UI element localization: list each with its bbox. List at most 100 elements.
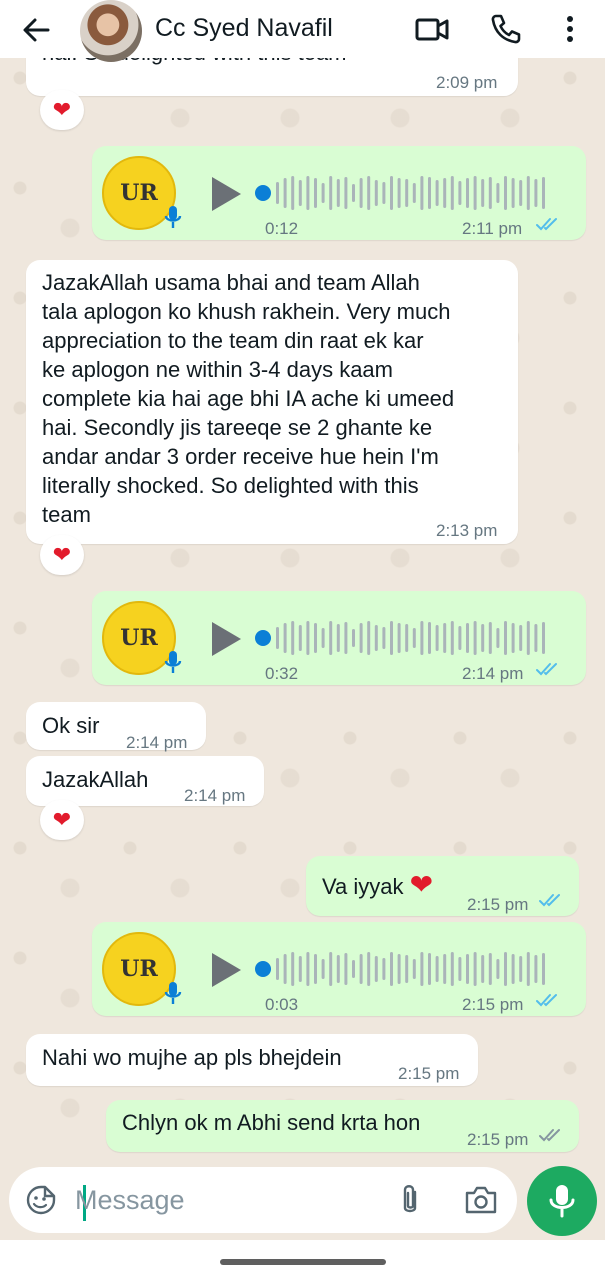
voice-message[interactable]: UR 0:03 2:15 pm — [92, 922, 586, 1016]
waveform-bar — [481, 955, 485, 983]
waveform-bar — [412, 183, 416, 203]
message-time: 2:14 pm — [184, 786, 246, 805]
waveform-bar — [321, 183, 325, 203]
waveform-bar — [488, 177, 492, 209]
incoming-message[interactable]: hai. So delighted with this team 2:09 pm — [26, 58, 518, 96]
message-line: JazakAllah usama bhai and team Allah — [42, 270, 420, 295]
waveform-bar — [344, 177, 348, 209]
waveform-bar — [473, 621, 477, 655]
waveform-bar — [291, 176, 295, 210]
waveform-bar — [405, 179, 409, 207]
waveform-bar — [344, 953, 348, 985]
contact-name[interactable]: Cc Syed Navafil — [155, 14, 333, 43]
waveform-bar — [390, 176, 393, 210]
waveform-bar — [420, 176, 424, 210]
waveform-bar — [511, 623, 515, 653]
waveform-bar — [359, 954, 363, 984]
reaction-heart[interactable]: ❤ — [40, 535, 84, 575]
waveform-bar — [466, 954, 469, 984]
reaction-heart[interactable]: ❤ — [40, 90, 84, 130]
waveform-bar — [511, 178, 515, 208]
contact-avatar[interactable] — [80, 0, 142, 62]
message-time: 2:11 pm — [462, 219, 523, 238]
waveform-bar — [519, 625, 523, 651]
play-icon[interactable] — [208, 174, 244, 214]
voice-call-icon[interactable] — [488, 11, 524, 47]
read-ticks-icon — [536, 218, 557, 231]
voice-message[interactable]: UR 0:12 2:11 pm — [92, 146, 586, 240]
incoming-message[interactable]: JazakAllah usama bhai and team Allah tala… — [26, 260, 518, 544]
back-arrow-icon[interactable] — [18, 12, 54, 48]
playback-position-dot[interactable] — [255, 961, 271, 977]
voice-duration: 0:32 — [265, 664, 299, 683]
playback-position-dot[interactable] — [255, 185, 271, 201]
audio-waveform[interactable] — [254, 950, 554, 988]
waveform-bar — [329, 952, 333, 986]
waveform-bar — [336, 955, 340, 983]
waveform-bar — [321, 628, 325, 648]
message-time: 2:13 pm — [436, 521, 498, 540]
waveform-bar — [359, 623, 363, 653]
waveform-bar — [306, 952, 310, 986]
playback-position-dot[interactable] — [255, 630, 271, 646]
system-nav-bar — [0, 1240, 605, 1280]
waveform-bar — [534, 179, 538, 207]
waveform-bar — [435, 625, 439, 651]
message-text: Nahi wo mujhe ap pls bhejdein — [42, 1045, 342, 1070]
voice-record-button[interactable] — [527, 1166, 597, 1236]
message-time: 2:15 pm — [462, 995, 524, 1014]
waveform-bar — [412, 959, 416, 979]
audio-waveform[interactable] — [254, 619, 554, 657]
voice-duration: 0:12 — [265, 219, 299, 238]
waveform-bar — [374, 180, 378, 206]
waveform-bar — [329, 621, 333, 655]
incoming-message[interactable]: Nahi wo mujhe ap pls bhejdein 2:15 pm — [26, 1034, 478, 1086]
waveform-bar — [466, 623, 469, 653]
audio-waveform[interactable] — [254, 174, 554, 212]
waveform-bar — [367, 176, 371, 210]
waveform-bar — [283, 623, 287, 653]
waveform-bar — [314, 954, 317, 984]
outgoing-message[interactable]: Chlyn ok m Abhi send krta hon 2:15 pm — [106, 1100, 579, 1152]
play-icon[interactable] — [208, 950, 244, 990]
video-call-icon[interactable] — [414, 11, 450, 47]
waveform-bar — [504, 621, 507, 655]
sticker-emoji-icon[interactable] — [25, 1184, 57, 1216]
voice-message[interactable]: UR 0:32 2:14 pm — [92, 591, 586, 685]
outgoing-message[interactable]: Va iyyak ❤ 2:15 pm — [306, 856, 579, 916]
camera-icon[interactable] — [463, 1183, 499, 1217]
chat-area[interactable]: hai. So delighted with this team 2:09 pm… — [0, 58, 605, 1168]
read-ticks-icon — [536, 994, 557, 1007]
incoming-message[interactable]: JazakAllah 2:14 pm — [26, 756, 264, 806]
more-options-icon[interactable] — [552, 11, 588, 47]
waveform-bar — [306, 176, 310, 210]
waveform-bar — [450, 176, 454, 210]
message-line: hai. Secondly jis tareeqe se 2 ghante ke — [42, 415, 433, 440]
message-text: JazakAllah usama bhai and team Allah tala… — [42, 268, 454, 529]
waveform-bar — [336, 624, 340, 652]
waveform-bar — [344, 622, 348, 654]
home-gesture-bar[interactable] — [220, 1259, 386, 1265]
voice-duration: 0:03 — [265, 995, 299, 1014]
message-input[interactable] — [75, 1180, 375, 1220]
waveform-bar — [443, 954, 447, 984]
message-line: andar andar 3 order receive hue hein I'm — [42, 444, 439, 469]
waveform-bar — [405, 624, 409, 652]
waveform-bar — [390, 621, 393, 655]
play-icon[interactable] — [208, 619, 244, 659]
waveform-bar — [504, 952, 507, 986]
waveform-bar — [374, 625, 378, 651]
message-input-bar — [9, 1167, 517, 1233]
incoming-message[interactable]: Ok sir 2:14 pm — [26, 702, 206, 752]
waveform-bar — [329, 176, 333, 210]
message-line: ke aplogon ne within 3-4 days kaam — [42, 357, 393, 382]
waveform-bar — [488, 622, 492, 654]
waveform-bar — [314, 623, 317, 653]
attach-icon[interactable] — [395, 1182, 425, 1218]
waveform-bar — [283, 178, 287, 208]
message-text: Va iyyak ❤ — [322, 869, 434, 900]
reaction-heart[interactable]: ❤ — [40, 800, 84, 840]
waveform-bar — [382, 182, 386, 204]
waveform-bar — [534, 624, 538, 652]
message-text: hai. So delighted with this team — [42, 58, 347, 67]
